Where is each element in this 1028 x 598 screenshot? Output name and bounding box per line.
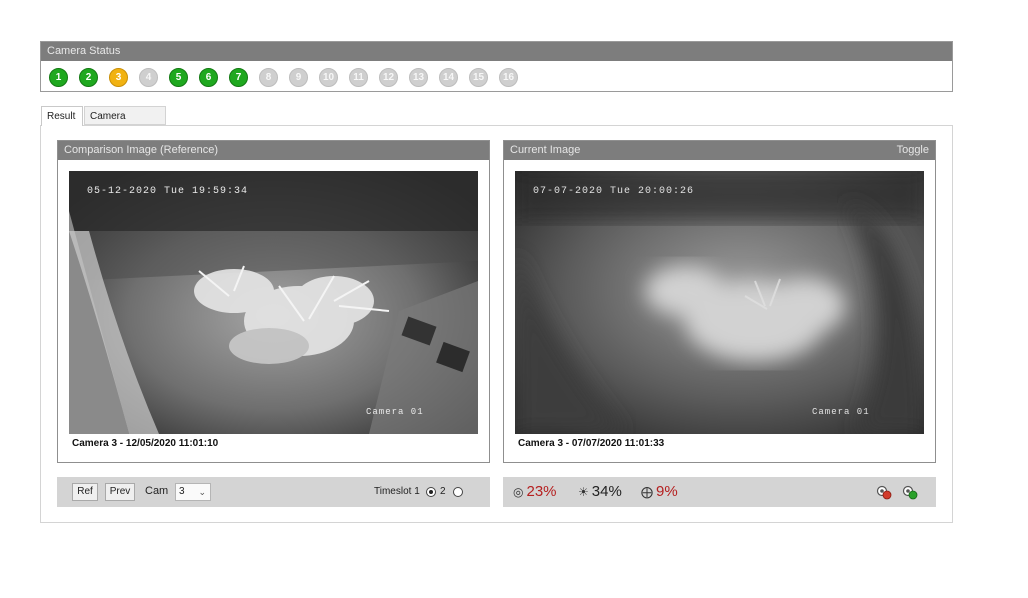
timeslot-1-radio[interactable]	[426, 487, 436, 497]
reference-toolbar: Ref Prev Cam 3 ⌄ Timeslot 1 2	[57, 477, 490, 507]
tab-result[interactable]: Result	[41, 106, 83, 126]
camera-indicator-9[interactable]: 9	[289, 68, 308, 87]
prev-button[interactable]: Prev	[105, 483, 135, 501]
brightness-metric: ☀ 34%	[578, 483, 622, 500]
crosshair-icon: ⨁	[641, 484, 653, 499]
camera-indicator-12[interactable]: 12	[379, 68, 398, 87]
alert-camera-icon[interactable]	[876, 485, 892, 500]
current-panel-header: Current Image Toggle	[504, 141, 935, 160]
camera-indicator-13[interactable]: 13	[409, 68, 428, 87]
camera-indicator-6[interactable]: 6	[199, 68, 218, 87]
difference-value: 23%	[526, 483, 557, 500]
reference-caption: Camera 3 - 12/05/2020 11:01:10	[72, 438, 219, 449]
camera-indicator-14[interactable]: 14	[439, 68, 458, 87]
current-camera-overlay: Camera 01	[812, 407, 870, 417]
ref-button[interactable]: Ref	[72, 483, 98, 501]
camera-indicator-3[interactable]: 3	[109, 68, 128, 87]
metrics-toolbar: ◎ 23% ☀ 34% ⨁ 9%	[503, 477, 936, 507]
brightness-icon: ☀	[578, 484, 589, 499]
reference-image: 05-12-2020 Tue 19:59:34 Camera 01	[69, 171, 478, 434]
current-image-panel: Current Image Toggle 07-07-2020 Tue 20:0…	[503, 140, 936, 463]
reference-camera-overlay: Camera 01	[366, 407, 424, 417]
target-icon: ◎	[513, 484, 524, 499]
camera-indicator-8[interactable]: 8	[259, 68, 278, 87]
reference-image-panel: Comparison Image (Reference) 05-12-2020 …	[57, 140, 490, 463]
timeslot-2-radio[interactable]	[453, 487, 463, 497]
reference-timestamp-overlay: 05-12-2020 Tue 19:59:34	[87, 186, 248, 197]
camera-indicator-10[interactable]: 10	[319, 68, 338, 87]
toggle-link[interactable]: Toggle	[897, 141, 929, 160]
cam-select-value: 3	[179, 486, 185, 497]
chevron-down-icon: ⌄	[198, 487, 206, 497]
cam-select[interactable]: 3 ⌄	[175, 483, 211, 501]
ok-camera-icon[interactable]	[902, 485, 918, 500]
camera-status-title: Camera Status	[41, 42, 952, 61]
tab-camera-settings[interactable]: Camera Settings	[84, 106, 166, 141]
current-image: 07-07-2020 Tue 20:00:26 Camera 01	[515, 171, 924, 434]
camera-status-panel: Camera Status 1 2 3 4 5 6 7 8 9 10 11 12 13 14 15 16	[40, 41, 953, 92]
camera-indicator-15[interactable]: 15	[469, 68, 488, 87]
current-panel-title: Current Image	[510, 144, 581, 156]
timeslot-2-label: 2	[440, 486, 446, 497]
current-timestamp-overlay: 07-07-2020 Tue 20:00:26	[533, 186, 694, 197]
camera-indicator-4[interactable]: 4	[139, 68, 158, 87]
timeslot-label: Timeslot 1	[374, 486, 420, 497]
camera-indicator-7[interactable]: 7	[229, 68, 248, 87]
camera-indicator-5[interactable]: 5	[169, 68, 188, 87]
camera-indicator-1[interactable]: 1	[49, 68, 68, 87]
camera-indicator-list: 1 2 3 4 5 6 7 8 9 10 11 12 13 14 15 16	[49, 68, 518, 87]
reference-panel-title: Comparison Image (Reference)	[58, 141, 489, 160]
camera-indicator-11[interactable]: 11	[349, 68, 368, 87]
shift-metric: ⨁ 9%	[641, 483, 678, 500]
camera-indicator-2[interactable]: 2	[79, 68, 98, 87]
cam-label: Cam	[145, 485, 169, 497]
camera-indicator-16[interactable]: 16	[499, 68, 518, 87]
shift-value: 9%	[656, 483, 678, 500]
current-caption: Camera 3 - 07/07/2020 11:01:33	[518, 438, 665, 449]
brightness-value: 34%	[591, 483, 622, 500]
difference-metric: ◎ 23%	[513, 483, 557, 500]
